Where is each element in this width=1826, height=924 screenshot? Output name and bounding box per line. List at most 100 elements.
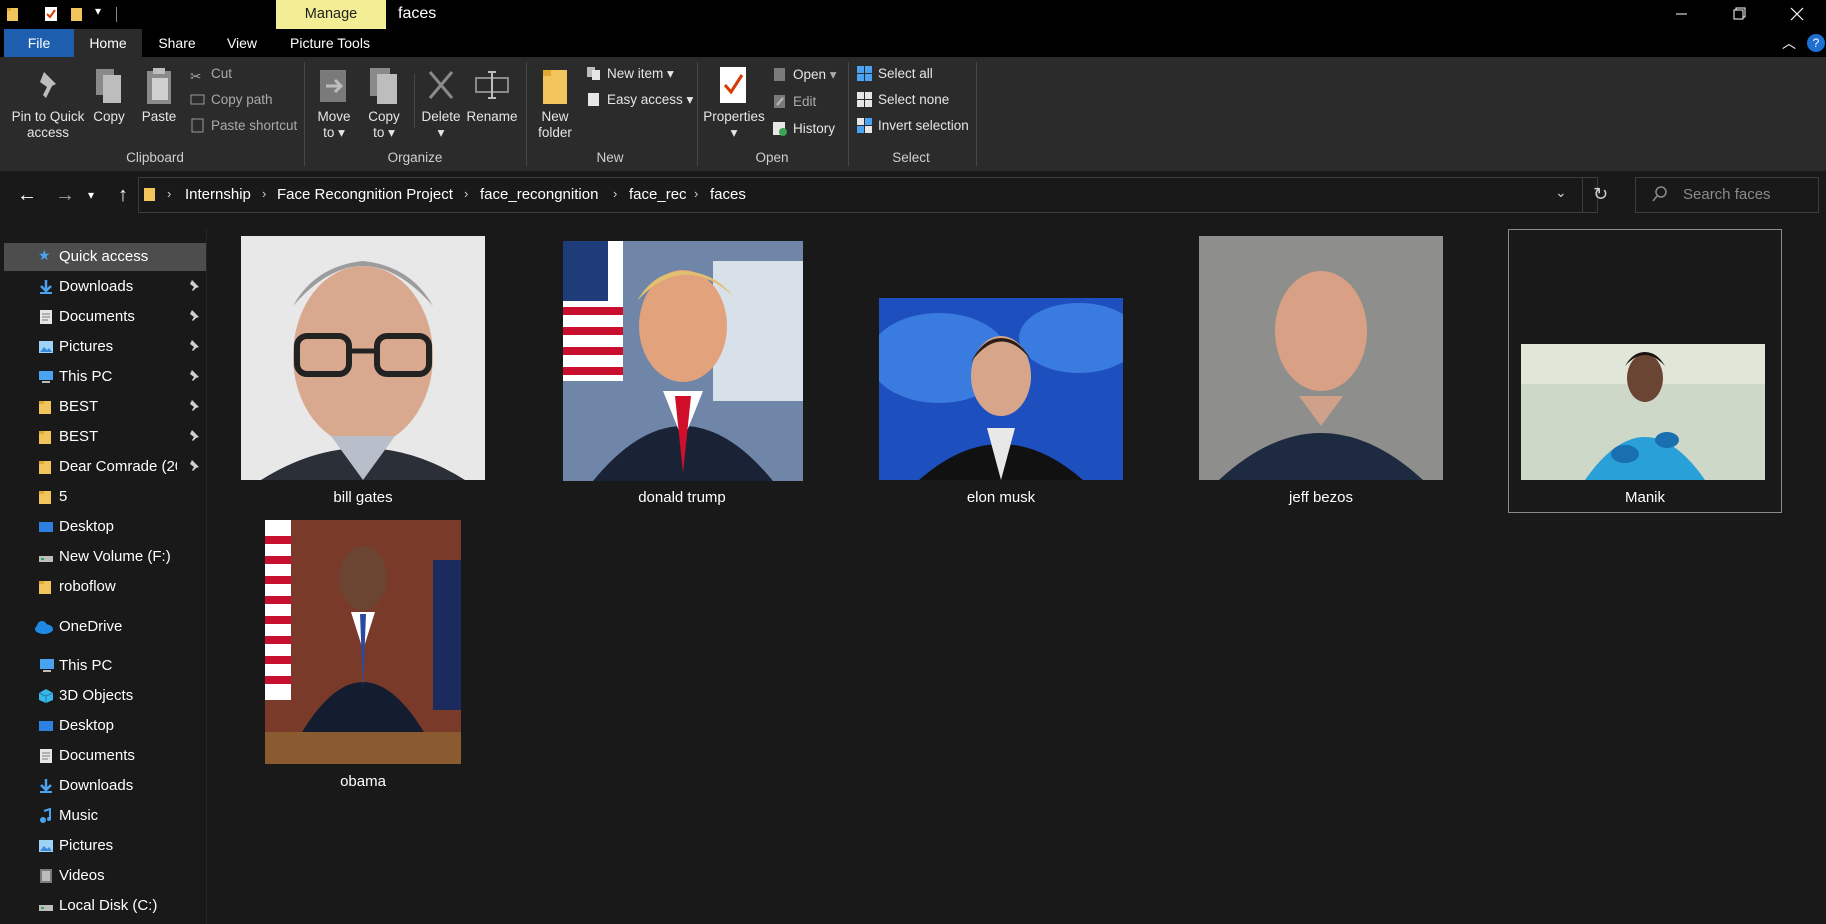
breadcrumb-faces[interactable]: faces <box>710 186 746 203</box>
breadcrumb-chevron-icon[interactable]: › <box>694 186 698 201</box>
properties-button[interactable]: Properties ▾ <box>700 109 768 141</box>
new-folder-button[interactable]: New folder <box>530 109 580 141</box>
up-arrow-icon[interactable]: ↑ <box>110 180 136 210</box>
ribbon-separator <box>304 62 305 166</box>
help-icon[interactable]: ? <box>1807 34 1825 52</box>
file-tile-obama[interactable]: obama <box>241 520 513 795</box>
sidebar-item-local-disk-c[interactable]: Local Disk (C:) <box>4 892 206 920</box>
sidebar-item-5[interactable]: 5 <box>4 483 206 511</box>
sidebar-item-pictures[interactable]: Pictures <box>4 832 206 860</box>
copy-path-button[interactable]: Copy path <box>190 89 273 111</box>
sidebar-label: Pictures <box>59 338 114 355</box>
history-button[interactable]: History <box>772 118 835 140</box>
move-to-button[interactable]: Move to ▾ <box>312 109 356 141</box>
breadcrumb-chevron-icon[interactable]: › <box>167 186 171 201</box>
sidebar-item-dear-comrade-20[interactable]: Dear Comrade (20 <box>4 453 206 481</box>
delete-dropdown-icon: ▾ <box>437 125 445 140</box>
tab-file[interactable]: File <box>4 29 74 57</box>
navigation-pane-divider[interactable] <box>206 228 207 924</box>
breadcrumb-face-recongnition-project[interactable]: Face Recongnition Project <box>277 186 453 203</box>
file-tile-donald-trump[interactable]: donald trump <box>560 236 832 511</box>
file-tile-elon-musk[interactable]: elon musk <box>869 236 1151 511</box>
manage-context-tab[interactable]: Manage <box>276 0 386 29</box>
refresh-icon[interactable]: ↻ <box>1593 184 1608 205</box>
customize-quick-access-icon[interactable]: ▾ <box>95 4 101 18</box>
sidebar-item-desktop[interactable]: Desktop <box>4 712 206 740</box>
sidebar-item-videos[interactable]: Videos <box>4 862 206 890</box>
cut-button[interactable]: ✂ Cut <box>190 63 232 85</box>
sidebar-item-pictures[interactable]: Pictures <box>4 333 206 361</box>
select-all-label: Select all <box>878 66 933 81</box>
select-all-button[interactable]: Select all <box>857 63 933 85</box>
sidebar-label: BEST <box>59 398 99 415</box>
breadcrumb-face-recongnition[interactable]: face_recongnition <box>480 186 598 203</box>
sidebar-item-3d-objects[interactable]: 3D Objects <box>4 682 206 710</box>
invert-selection-button[interactable]: Invert selection <box>857 115 969 137</box>
sidebar-item-documents[interactable]: Documents <box>4 742 206 770</box>
tab-view[interactable]: View <box>214 29 270 57</box>
close-button[interactable] <box>1768 0 1826 29</box>
group-label-open: Open <box>755 150 789 165</box>
sidebar-item-desktop[interactable]: Desktop <box>4 513 206 541</box>
pin-icon <box>34 68 62 106</box>
sidebar-item-this-pc[interactable]: This PC <box>4 363 206 391</box>
recent-locations-chevron-icon[interactable]: ▾ <box>84 180 98 210</box>
sidebar-item-roboflow[interactable]: roboflow <box>4 573 206 601</box>
move-to-label-2: to ▾ <box>323 125 345 140</box>
history-icon <box>772 121 787 136</box>
scissors-icon: ✂ <box>190 69 202 84</box>
breadcrumb-internship[interactable]: Internship <box>185 186 251 203</box>
breadcrumb-chevron-icon[interactable]: › <box>262 186 266 201</box>
properties-icon[interactable] <box>44 6 58 22</box>
folder-icon <box>6 6 20 22</box>
document-icon <box>38 748 54 764</box>
address-history-chevron-icon[interactable]: ⌄ <box>1555 184 1567 201</box>
sidebar-item-downloads[interactable]: Downloads <box>4 772 206 800</box>
tab-picture-tools[interactable]: Picture Tools <box>280 29 380 57</box>
sidebar-item-new-volume-f[interactable]: New Volume (F:) <box>4 543 206 571</box>
file-tile-bill-gates[interactable]: bill gates <box>241 236 513 511</box>
sidebar-item-onedrive[interactable]: OneDrive <box>4 613 206 641</box>
sidebar-item-quick-access[interactable]: ★ Quick access <box>4 243 206 271</box>
sidebar-label: 3D Objects <box>59 687 134 704</box>
pin-icon <box>188 309 200 324</box>
file-tile-manik[interactable]: Manik <box>1508 229 1782 513</box>
paste-button[interactable]: Paste <box>138 109 180 125</box>
sidebar-item-best[interactable]: BEST <box>4 423 206 451</box>
sidebar-item-this-pc[interactable]: This PC <box>4 652 206 680</box>
edit-button[interactable]: Edit <box>772 91 816 113</box>
image-thumbnail <box>1521 344 1765 480</box>
file-name: elon musk <box>966 489 1036 506</box>
breadcrumb-face-rec[interactable]: face_rec <box>629 186 687 203</box>
select-none-button[interactable]: Select none <box>857 89 949 111</box>
breadcrumb-chevron-icon[interactable]: › <box>464 186 468 201</box>
new-item-button[interactable]: New item ▾ <box>586 63 674 85</box>
pin-to-quick-access-button[interactable]: Pin to Quick access <box>8 109 88 141</box>
easy-access-button[interactable]: Easy access ▾ <box>586 89 693 111</box>
sidebar-item-best[interactable]: BEST <box>4 393 206 421</box>
breadcrumb-chevron-icon[interactable]: › <box>613 186 617 201</box>
tab-share[interactable]: Share <box>150 29 204 57</box>
back-arrow-icon[interactable]: ← <box>14 180 40 210</box>
paste-shortcut-button[interactable]: Paste shortcut <box>190 115 297 137</box>
rename-button[interactable]: Rename <box>466 109 518 125</box>
file-tile-jeff-bezos[interactable]: jeff bezos <box>1199 236 1471 511</box>
pin-icon <box>188 399 200 414</box>
open-button[interactable]: Open ▾ <box>772 64 837 86</box>
new-folder-large-icon <box>540 66 570 110</box>
copy-button[interactable]: Copy <box>88 109 130 125</box>
copy-to-button[interactable]: Copy to ▾ <box>362 109 406 141</box>
collapse-ribbon-icon[interactable]: ︿ <box>1782 33 1796 53</box>
restore-button[interactable] <box>1710 0 1768 29</box>
new-folder-icon[interactable] <box>70 6 84 22</box>
sidebar-item-downloads[interactable]: Downloads <box>4 273 206 301</box>
sidebar-item-music[interactable]: Music <box>4 802 206 830</box>
drive-icon <box>38 549 54 565</box>
forward-arrow-icon[interactable]: → <box>52 180 78 210</box>
sidebar-label: OneDrive <box>59 618 123 635</box>
download-arrow-icon <box>38 778 54 794</box>
minimize-button[interactable] <box>1652 0 1710 29</box>
delete-button[interactable]: Delete ▾ <box>418 109 464 141</box>
sidebar-item-documents[interactable]: Documents <box>4 303 206 331</box>
tab-home[interactable]: Home <box>74 29 142 57</box>
